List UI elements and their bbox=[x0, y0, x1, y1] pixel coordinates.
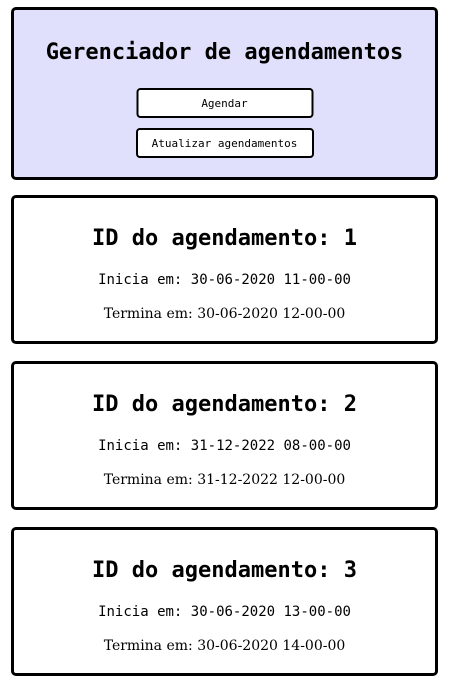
appointment-start: Inicia em: 30-06-2020 11-00-00 bbox=[98, 272, 351, 288]
appointment-start: Inicia em: 31-12-2022 08-00-00 bbox=[98, 438, 351, 454]
appointment-card: ID do agendamento: 1 Inicia em: 30-06-20… bbox=[11, 195, 438, 344]
appointment-card: ID do agendamento: 3 Inicia em: 30-06-20… bbox=[11, 527, 438, 676]
appointment-start: Inicia em: 30-06-2020 13-00-00 bbox=[98, 604, 351, 620]
scheduler-header-panel: Gerenciador de agendamentos Agendar Atua… bbox=[11, 7, 438, 180]
appointment-card: ID do agendamento: 2 Inicia em: 31-12-20… bbox=[11, 361, 438, 510]
appointment-end: Termina em: 30-06-2020 12-00-00 bbox=[103, 306, 346, 322]
refresh-appointments-button[interactable]: Atualizar agendamentos bbox=[135, 128, 314, 158]
appointment-id: ID do agendamento: 2 bbox=[92, 392, 357, 417]
schedule-button[interactable]: Agendar bbox=[136, 88, 313, 118]
appointment-end: Termina em: 30-06-2020 14-00-00 bbox=[103, 638, 346, 654]
appointment-end: Termina em: 31-12-2022 12-00-00 bbox=[103, 472, 346, 488]
page-title: Gerenciador de agendamentos bbox=[45, 40, 404, 65]
appointment-id: ID do agendamento: 3 bbox=[92, 558, 357, 583]
appointment-id: ID do agendamento: 1 bbox=[92, 226, 357, 251]
